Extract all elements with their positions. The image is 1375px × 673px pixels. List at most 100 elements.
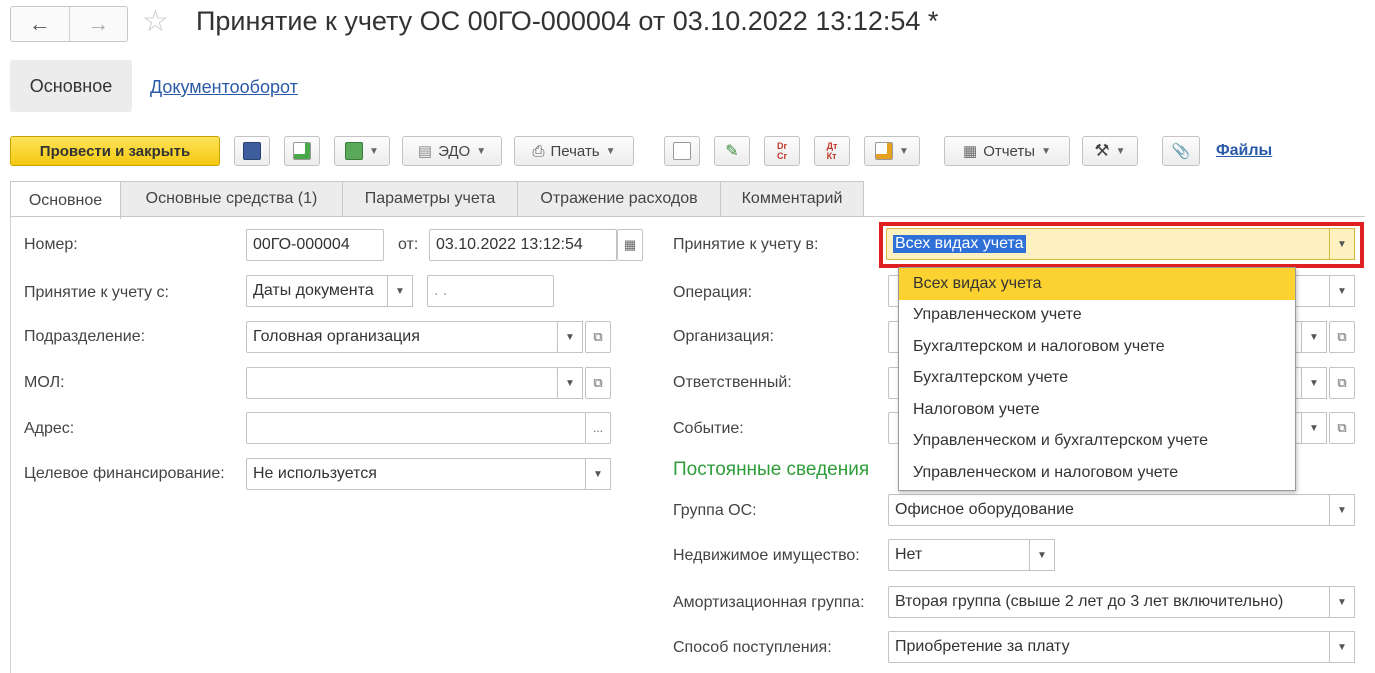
accept-from-select[interactable]: Даты документа [246,275,388,307]
list-item[interactable]: Управленческом и налоговом учете [899,457,1295,489]
amort-group-label: Амортизационная группа: [673,594,865,611]
os-group-field[interactable]: Офисное оборудование [888,494,1330,526]
chevron-down-icon: ▼ [1337,596,1347,608]
save-icon [243,142,261,160]
division-open-button[interactable]: ⧉ [585,321,611,353]
list-item[interactable]: Бухгалтерском и налоговом учете [899,331,1295,363]
edo-button[interactable]: ▤ ЭДО ▼ [402,136,502,166]
realty-field[interactable]: Нет [888,539,1030,571]
journal-entries-button[interactable]: Дт Кт [814,136,850,166]
receipt-method-dropdown[interactable]: ▼ [1329,631,1355,663]
tools-button[interactable]: ⚒ ▼ [1082,136,1138,166]
chevron-down-icon: ▼ [395,285,405,297]
dt-kt-button[interactable]: Dr Cr [764,136,800,166]
address-select-button[interactable]: ... [585,412,611,444]
create-based-on-icon [345,142,364,160]
mol-dropdown[interactable]: ▼ [557,367,583,399]
document-list-icon [673,142,691,160]
chevron-down-icon: ▼ [1309,422,1319,434]
responsible-label: Ответственный: [673,374,792,391]
list-item[interactable]: Налоговом учете [899,394,1295,426]
amort-group-field[interactable]: Вторая группа (свыше 2 лет до 3 лет вклю… [888,586,1330,618]
chevron-down-icon: ▼ [605,145,616,157]
list-view-button[interactable] [664,136,700,166]
mol-label: МОЛ: [24,374,65,391]
event-open-button[interactable]: ⧉ [1329,412,1355,444]
open-icon: ⧉ [1337,420,1347,435]
tab-main[interactable]: Основное [10,181,121,219]
save-button[interactable] [234,136,270,166]
number-label: Номер: [24,236,78,253]
event-dropdown[interactable]: ▼ [1301,412,1327,444]
list-item[interactable]: Управленческом учете [899,300,1295,332]
realty-dropdown[interactable]: ▼ [1029,539,1055,571]
paperclip-icon: 📎 [1171,143,1191,160]
attach-doc-button[interactable]: ▼ [864,136,920,166]
organization-open-button[interactable]: ⧉ [1329,321,1355,353]
financing-label: Целевое финансирование: [24,465,225,482]
post-document-icon [293,142,311,160]
reports-button[interactable]: ▦ Отчеты ▼ [944,136,1070,166]
address-field[interactable] [246,412,586,444]
financing-dropdown[interactable]: ▼ [585,458,611,490]
forward-button[interactable]: → [68,7,128,41]
section-docflow-link[interactable]: Документооборот [150,77,298,98]
history-nav: ← → [10,6,128,42]
reports-label: Отчеты [983,142,1036,160]
chevron-down-icon: ▼ [1115,145,1126,157]
section-main[interactable]: Основное [10,60,132,112]
open-icon: ⧉ [593,375,603,390]
open-icon: ⧉ [1337,375,1347,390]
favorite-star-icon[interactable]: ☆ [142,4,169,39]
journal-entries-icon: Дт Кт [826,141,838,161]
list-item[interactable]: Всех видах учета [899,268,1295,300]
printer-icon: ⎙ [532,142,545,160]
attach-button[interactable]: 📎 [1162,136,1200,166]
chevron-down-icon: ▼ [1309,377,1319,389]
financing-field[interactable]: Не используется [246,458,586,490]
chevron-down-icon: ▼ [565,331,575,343]
number-field[interactable]: 00ГО-000004 [246,229,384,261]
event-label: Событие: [673,420,744,437]
address-label: Адрес: [24,420,75,437]
back-button[interactable]: ← [11,7,69,41]
tab-fixed-assets[interactable]: Основные средства (1) [120,181,343,217]
calendar-button[interactable]: ▦ [617,229,643,261]
files-link[interactable]: Файлы [1216,142,1272,160]
mol-open-button[interactable]: ⧉ [585,367,611,399]
division-dropdown[interactable]: ▼ [557,321,583,353]
chevron-down-icon: ▼ [1041,145,1051,157]
post-button[interactable] [284,136,320,166]
division-field[interactable]: Головная организация [246,321,558,353]
edo-label: ЭДО [438,142,471,160]
chevron-down-icon: ▼ [1337,641,1347,653]
accept-from-date-field[interactable]: . . [427,275,554,307]
create-based-on-button[interactable]: ▼ [334,136,390,166]
tab-expenses[interactable]: Отражение расходов [517,181,721,217]
print-button[interactable]: ⎙ Печать ▼ [514,136,634,166]
tab-accounting-params[interactable]: Параметры учета [342,181,518,217]
operation-label: Операция: [673,284,753,301]
responsible-dropdown[interactable]: ▼ [1301,367,1327,399]
amort-group-dropdown[interactable]: ▼ [1329,586,1355,618]
document-attach-icon [875,142,894,160]
responsible-open-button[interactable]: ⧉ [1329,367,1355,399]
date-field[interactable]: 03.10.2022 13:12:54 [429,229,617,261]
post-and-close-button[interactable]: Провести и закрыть [10,136,220,166]
edit-button[interactable]: ✎ [714,136,750,166]
list-item[interactable]: Управленческом и бухгалтерском учете [899,426,1295,458]
operation-dropdown[interactable]: ▼ [1329,275,1355,307]
open-icon: ⧉ [1337,329,1347,344]
chevron-down-icon: ▼ [899,145,909,157]
mol-field[interactable] [246,367,558,399]
tab-comment[interactable]: Комментарий [720,181,864,217]
realty-label: Недвижимое имущество: [673,547,860,564]
organization-dropdown[interactable]: ▼ [1301,321,1327,353]
edo-icon: ▤ [417,143,433,160]
receipt-method-label: Способ поступления: [673,639,832,656]
receipt-method-field[interactable]: Приобретение за плату [888,631,1330,663]
accept-from-dropdown[interactable]: ▼ [387,275,413,307]
chevron-down-icon: ▼ [369,145,379,157]
os-group-dropdown[interactable]: ▼ [1329,494,1355,526]
list-item[interactable]: Бухгалтерском учете [899,363,1295,395]
